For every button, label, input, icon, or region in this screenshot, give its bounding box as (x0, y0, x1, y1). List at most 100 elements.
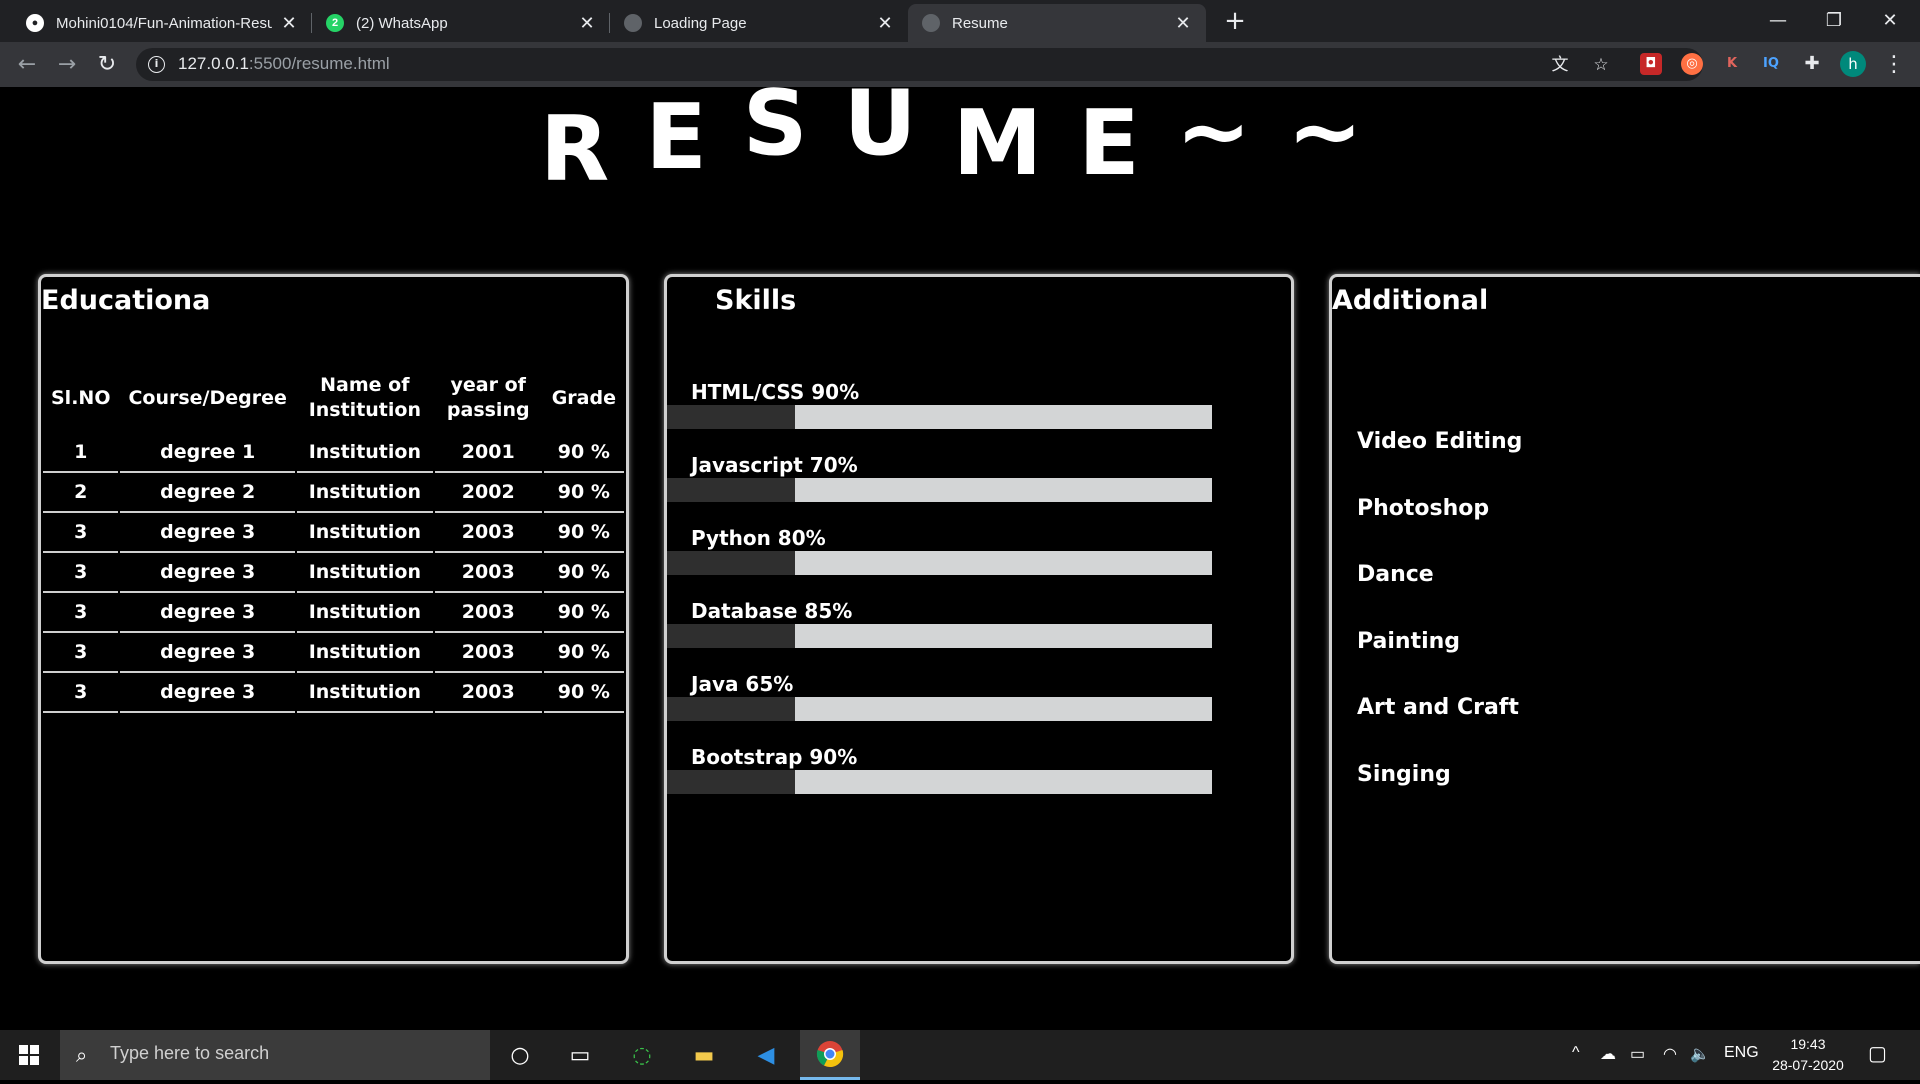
menu-icon[interactable]: ⋮ (1880, 51, 1908, 79)
onedrive-icon[interactable]: ☁ (1600, 1044, 1616, 1064)
tab-whatsapp[interactable]: 2 (2) WhatsApp ✕ (312, 4, 610, 42)
skill-label: Database 85% (691, 599, 853, 623)
start-button[interactable] (0, 1030, 60, 1080)
back-button[interactable]: ← (13, 51, 41, 79)
skill-label: Java 65% (691, 672, 794, 696)
volume-icon[interactable]: 🔈 (1690, 1044, 1710, 1064)
close-icon[interactable]: ✕ (1174, 13, 1192, 34)
profile-avatar[interactable]: h (1840, 51, 1866, 77)
additional-skill-item: Painting (1357, 628, 1461, 654)
cortana-icon[interactable]: ○ (490, 1030, 550, 1080)
chrome-icon[interactable] (800, 1030, 860, 1080)
additional-skill-item: Singing (1357, 761, 1451, 787)
github-icon: ● (26, 14, 44, 32)
windows-logo-icon (19, 1045, 39, 1065)
forward-button[interactable]: → (53, 51, 81, 79)
table-cell: Institution (296, 593, 433, 633)
tab-title: (2) WhatsApp (356, 14, 448, 32)
skill-label: Python 80% (691, 526, 826, 550)
reload-button[interactable]: ↻ (93, 51, 121, 79)
notifications-icon[interactable]: ▢ (1868, 1041, 1887, 1066)
education-heading: Educationa (41, 285, 211, 316)
browser-toolbar: ← → ↻ i 127.0.0.1:5500/resume.html 文 ☆ ◘… (0, 42, 1920, 87)
k-extension-icon[interactable]: K (1721, 53, 1743, 75)
table-cell: 3 (43, 673, 119, 713)
app-loader-icon[interactable]: ◌ (612, 1030, 672, 1080)
skill-item: Bootstrap 90% (667, 744, 1212, 794)
windows-taskbar: ⌕ Type here to search ○ ▭ ◌ ▬ ◀ ^ ☁ ▭ ◠ … (0, 1030, 1920, 1080)
additional-skill-item: Art and Craft (1357, 695, 1519, 720)
table-cell: 3 (43, 593, 119, 633)
url-text[interactable]: 127.0.0.1:5500/resume.html (178, 54, 390, 74)
title-letter: R (540, 96, 610, 202)
additional-skills-card: Additional S Video Editing Photoshop Dance… (1329, 274, 1920, 964)
table-row: 2 degree 2 Institution 2002 90 % (43, 473, 624, 513)
skills-card: Skills HTML/CSS 90% Javascript 70% Python … (664, 274, 1294, 964)
additional-skill-item: Photoshop (1357, 495, 1490, 521)
table-cell: Institution (296, 513, 433, 553)
skill-progress-fill (795, 770, 1212, 794)
iq-extension-icon[interactable]: IQ (1760, 53, 1782, 75)
additional-skill-item: Video Editing (1357, 429, 1523, 454)
column-header: year of passing (446, 374, 530, 421)
new-tab-button[interactable]: + (1221, 8, 1249, 36)
table-cell: 90 % (543, 673, 624, 713)
table-cell: 2003 (434, 673, 542, 713)
puzzle-icon[interactable]: ✚ (1801, 53, 1823, 75)
table-cell: degree 3 (120, 553, 295, 593)
table-cell: 90 % (543, 633, 624, 673)
taskbar-search[interactable]: ⌕ Type here to search (60, 1030, 490, 1080)
tab-loading-page[interactable]: Loading Page ✕ (610, 4, 908, 42)
minimize-button[interactable]: — (1750, 6, 1806, 36)
extension-icon[interactable]: ◎ (1681, 53, 1703, 75)
close-window-button[interactable]: ✕ (1862, 6, 1918, 36)
tab-github[interactable]: ● Mohini0104/Fun-Animation-Resume ✕ (12, 4, 312, 42)
skill-label: HTML/CSS 90% (691, 380, 860, 404)
clock-time: 19:43 (1790, 1036, 1826, 1052)
tab-resume[interactable]: Resume ✕ (908, 4, 1206, 42)
table-cell: 90 % (543, 473, 624, 513)
table-row: 3 degree 3 Institution 2003 90 % (43, 513, 624, 553)
title-letter: M (952, 90, 1043, 196)
table-cell: 90 % (543, 513, 624, 553)
title-letter: U (843, 70, 917, 176)
skill-progress-bar (667, 478, 1212, 502)
language-indicator[interactable]: ENG (1724, 1044, 1759, 1062)
clock[interactable]: 19:43 28-07-2020 (1760, 1034, 1856, 1076)
skill-progress-bar (667, 697, 1212, 721)
close-icon[interactable]: ✕ (280, 13, 298, 34)
close-icon[interactable]: ✕ (578, 13, 596, 34)
table-cell: Institution (296, 633, 433, 673)
vscode-icon[interactable]: ◀ (736, 1030, 796, 1080)
skill-item: Java 65% (667, 671, 1212, 721)
wifi-icon[interactable]: ◠ (1663, 1044, 1677, 1064)
table-cell: 2001 (434, 433, 542, 473)
table-cell: 90 % (543, 553, 624, 593)
table-cell: Institution (296, 673, 433, 713)
table-cell: Institution (296, 553, 433, 593)
search-placeholder: Type here to search (110, 1043, 270, 1063)
info-icon[interactable]: i (148, 56, 165, 73)
column-header: Sl.NO (51, 386, 111, 409)
table-cell: degree 3 (120, 593, 295, 633)
battery-icon[interactable]: ▭ (1630, 1044, 1645, 1064)
restore-button[interactable]: ❐ (1806, 6, 1862, 36)
tray-chevron-icon[interactable]: ^ (1572, 1044, 1580, 1062)
address-bar[interactable]: i 127.0.0.1:5500/resume.html 文 ☆ (136, 48, 1703, 81)
skill-item: Python 80% (667, 525, 1212, 575)
pocket-extension-icon[interactable]: ◘ (1640, 53, 1662, 75)
skill-progress-fill (795, 624, 1212, 648)
file-explorer-icon[interactable]: ▬ (674, 1030, 734, 1080)
table-row: 3 degree 3 Institution 2003 90 % (43, 673, 624, 713)
globe-icon (922, 14, 940, 32)
education-card: Educationa Sl.NO Course/Degree Name of I… (38, 274, 629, 964)
title-letter: ~ (1287, 78, 1363, 184)
task-view-icon[interactable]: ▭ (550, 1030, 610, 1080)
translate-icon[interactable]: 文 (1550, 55, 1570, 75)
skill-progress-bar (667, 551, 1212, 575)
skill-progress-fill (795, 405, 1212, 429)
close-icon[interactable]: ✕ (876, 13, 894, 34)
star-icon[interactable]: ☆ (1591, 55, 1611, 75)
table-cell: 90 % (543, 433, 624, 473)
table-cell: 3 (43, 513, 119, 553)
